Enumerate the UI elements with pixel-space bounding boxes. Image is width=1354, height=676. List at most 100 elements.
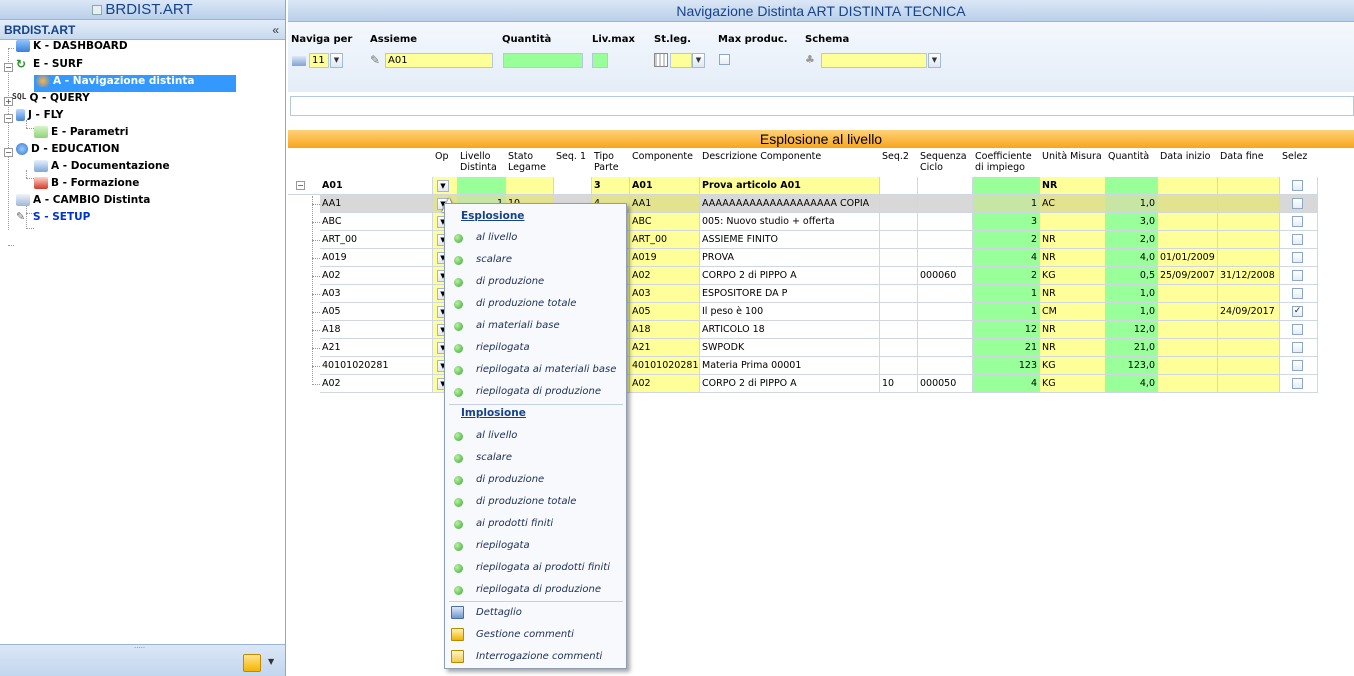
tree-item-navigazione-distinta[interactable]: A - Navigazione distinta bbox=[34, 75, 237, 92]
menu-item-implosione-3[interactable]: di produzione totale bbox=[445, 491, 626, 513]
select-checkbox[interactable] bbox=[1292, 342, 1303, 353]
col-header-quantita[interactable]: Quantità bbox=[1106, 148, 1158, 176]
table-row[interactable]: A02 ▼ A02 CORPO 2 di PIPPO A 10 000050 4 KG 4,0 bbox=[288, 375, 1318, 393]
menu-item-interrogazione-commenti[interactable]: Interrogazione commenti bbox=[445, 646, 626, 668]
select-checkbox[interactable] bbox=[1292, 180, 1303, 191]
col-header-fine[interactable]: Data fine bbox=[1218, 148, 1280, 176]
sel-cell[interactable] bbox=[1280, 195, 1318, 213]
sel-cell[interactable] bbox=[1280, 357, 1318, 375]
sel-cell[interactable] bbox=[1280, 375, 1318, 393]
col-header-coeff[interactable]: Coefficiente di impiego bbox=[973, 148, 1040, 176]
chevron-down-icon[interactable]: ▼ bbox=[268, 657, 274, 666]
col-header-inizio[interactable]: Data inizio bbox=[1158, 148, 1218, 176]
select-checkbox[interactable] bbox=[1292, 270, 1303, 281]
quantita-input[interactable] bbox=[503, 53, 583, 68]
expand-toggle[interactable]: − bbox=[4, 114, 13, 123]
collapse-toggle[interactable]: − bbox=[288, 177, 320, 195]
tree-item-surf[interactable]: ↻ E - SURF bbox=[16, 58, 83, 75]
tree-item-query[interactable]: SQL Q - QUERY bbox=[12, 92, 90, 109]
menu-item-esplosione-0[interactable]: al livello bbox=[445, 227, 626, 249]
table-row[interactable]: ART_00 ▼ ART_00 ASSIEME FINITO 2 NR 2,0 bbox=[288, 231, 1318, 249]
expand-toggle[interactable]: − bbox=[4, 148, 13, 157]
menu-item-esplosione-3[interactable]: di produzione totale bbox=[445, 293, 626, 315]
select-checkbox[interactable] bbox=[1292, 198, 1303, 209]
select-checkbox[interactable] bbox=[1292, 216, 1303, 227]
select-checkbox[interactable] bbox=[1292, 378, 1303, 389]
sel-cell[interactable] bbox=[1280, 249, 1318, 267]
select-checkbox[interactable] bbox=[1292, 288, 1303, 299]
select-checkbox[interactable] bbox=[1292, 324, 1303, 335]
table-row[interactable]: A21 ▼ A21 SWPODK 21 NR 21,0 bbox=[288, 339, 1318, 357]
tree-item-documentazione[interactable]: A - Documentazione bbox=[34, 160, 170, 177]
tree-item-setup[interactable]: ✎ S - SETUP bbox=[16, 211, 90, 228]
menu-item-implosione-0[interactable]: al livello bbox=[445, 425, 626, 447]
col-header-tipo[interactable]: Tipo Parte bbox=[592, 148, 630, 176]
menu-item-implosione-5[interactable]: riepilogata bbox=[445, 535, 626, 557]
schema-select[interactable] bbox=[821, 53, 927, 68]
tree-item-cambio-distinta[interactable]: A - CAMBIO Distinta bbox=[16, 194, 150, 211]
col-header-seq1[interactable]: Seq. 1 bbox=[554, 148, 592, 176]
tree-item-dashboard[interactable]: K - DASHBOARD bbox=[16, 40, 128, 57]
menu-item-implosione-1[interactable]: scalare bbox=[445, 447, 626, 469]
table-row[interactable]: ABC ▼ ABC 005: Nuovo studio + offerta 3 3,0 bbox=[288, 213, 1318, 231]
sel-cell[interactable] bbox=[1280, 285, 1318, 303]
table-row[interactable]: A18 ▼ A18 ARTICOLO 18 12 NR 12,0 bbox=[288, 321, 1318, 339]
table-row[interactable]: A03 ▼ A03 ESPOSITORE DA P 1 NR 1,0 bbox=[288, 285, 1318, 303]
col-header-stato[interactable]: Stato Legame bbox=[506, 148, 554, 176]
select-checkbox[interactable] bbox=[1292, 234, 1303, 245]
menu-item-gestione-commenti[interactable]: Gestione commenti bbox=[445, 624, 626, 646]
sel-cell[interactable] bbox=[1280, 267, 1318, 285]
selez-cell[interactable] bbox=[1280, 177, 1318, 195]
sel-cell[interactable]: ✓ bbox=[1280, 303, 1318, 321]
menu-item-implosione-4[interactable]: ai prodotti finiti bbox=[445, 513, 626, 535]
assieme-input[interactable]: A01 bbox=[385, 53, 493, 68]
select-checkbox[interactable] bbox=[1292, 360, 1303, 371]
sel-cell[interactable] bbox=[1280, 231, 1318, 249]
table-row[interactable]: A05 ▼ A05 Il peso è 100 1 CM 1,0 24/09/2017 ✓ bbox=[288, 303, 1318, 321]
stleg-select[interactable] bbox=[670, 53, 692, 68]
menu-item-esplosione-1[interactable]: scalare bbox=[445, 249, 626, 271]
collapse-sidebar-button[interactable]: « bbox=[272, 20, 279, 40]
menu-item-esplosione-6[interactable]: riepilogata ai materiali base bbox=[445, 359, 626, 381]
menu-item-implosione-6[interactable]: riepilogata ai prodotti finiti bbox=[445, 557, 626, 579]
tree-item-fly[interactable]: J - FLY bbox=[16, 109, 63, 126]
col-header-seq2[interactable]: Seq.2 bbox=[880, 148, 918, 176]
options-button[interactable] bbox=[243, 654, 261, 672]
col-header-selez[interactable]: Selez bbox=[1280, 148, 1318, 176]
resize-grip[interactable]: ····· bbox=[134, 644, 145, 652]
col-header-op[interactable]: Op bbox=[433, 148, 458, 176]
select-checkbox[interactable]: ✓ bbox=[1292, 306, 1303, 317]
table-row[interactable]: A019 ▼ A019 PROVA 4 NR 4,0 01/01/2009 bbox=[288, 249, 1318, 267]
select-checkbox[interactable] bbox=[1292, 252, 1303, 263]
menu-item-esplosione-2[interactable]: di produzione bbox=[445, 271, 626, 293]
sel-cell[interactable] bbox=[1280, 321, 1318, 339]
col-header-um[interactable]: Unità Misura bbox=[1040, 148, 1106, 176]
expand-toggle[interactable]: − bbox=[4, 63, 13, 72]
table-row-root[interactable]: − A01 ▼ 3 A01 Prova articolo A01 NR bbox=[288, 177, 1318, 195]
menu-item-implosione-7[interactable]: riepilogata di produzione bbox=[445, 579, 626, 601]
table-row[interactable]: A02 ▼ A02 CORPO 2 di PIPPO A 000060 2 KG 0,5 25/… bbox=[288, 267, 1318, 285]
sel-cell[interactable] bbox=[1280, 339, 1318, 357]
col-header-descrizione[interactable]: Descrizione Componente bbox=[700, 148, 880, 176]
op-dropdown-button[interactable]: ▼ bbox=[437, 180, 449, 192]
naviga-per-dropdown-button[interactable]: ▼ bbox=[330, 53, 343, 68]
table-row[interactable]: 40101020281 ▼ 40101020281 Materia Prima 000… bbox=[288, 357, 1318, 375]
menu-item-esplosione-4[interactable]: ai materiali base bbox=[445, 315, 626, 337]
tree-item-formazione[interactable]: B - Formazione bbox=[34, 177, 139, 194]
menu-item-implosione-2[interactable]: di produzione bbox=[445, 469, 626, 491]
sel-cell[interactable] bbox=[1280, 213, 1318, 231]
naviga-per-select[interactable]: 11 bbox=[309, 53, 329, 68]
stleg-dropdown-button[interactable]: ▼ bbox=[692, 53, 705, 68]
schema-dropdown-button[interactable]: ▼ bbox=[928, 53, 941, 68]
op-cell[interactable]: ▼ bbox=[433, 177, 458, 195]
menu-item-dettaglio[interactable]: Dettaglio bbox=[445, 602, 626, 624]
col-header-componente[interactable]: Componente bbox=[630, 148, 700, 176]
col-header-livello[interactable]: Livello Distinta bbox=[458, 148, 506, 176]
tree-item-education[interactable]: D - EDUCATION bbox=[16, 143, 120, 160]
menu-item-esplosione-5[interactable]: riepilogata bbox=[445, 337, 626, 359]
menu-item-esplosione-7[interactable]: riepilogata di produzione bbox=[445, 381, 626, 403]
max-produc-checkbox[interactable] bbox=[719, 54, 730, 65]
tree-item-parametri[interactable]: E - Parametri bbox=[34, 126, 128, 143]
livmax-input[interactable] bbox=[592, 53, 608, 68]
col-header-ciclo[interactable]: Sequenza Ciclo bbox=[918, 148, 973, 176]
